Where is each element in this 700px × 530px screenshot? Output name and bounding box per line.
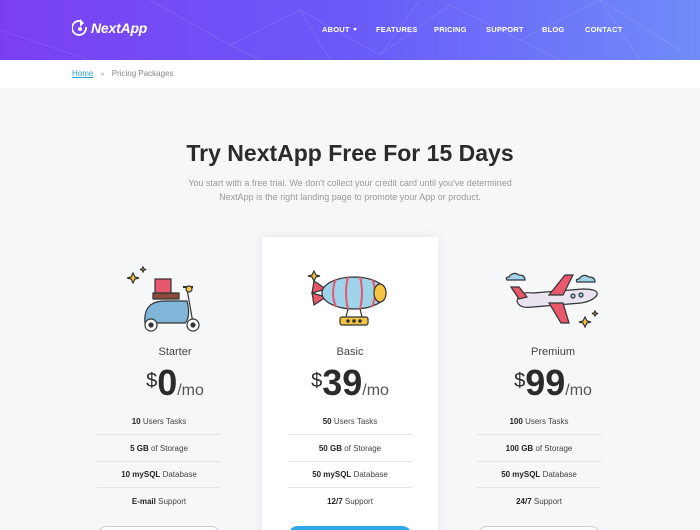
- nav-item-blog[interactable]: BLOG: [542, 25, 564, 34]
- price-amount: 39: [322, 362, 363, 403]
- breadcrumb: Home » Pricing Packages: [72, 69, 174, 78]
- feature-label: of Storage: [344, 444, 382, 453]
- feature-users: 10 Users Tasks: [97, 409, 221, 435]
- breadcrumb-bar: Home » Pricing Packages: [0, 60, 700, 88]
- feature-support: E-mail Support: [97, 489, 221, 515]
- feature-label: Database: [353, 470, 388, 479]
- feature-label: Support: [158, 497, 187, 506]
- feature-support: 24/7 Support: [477, 489, 601, 515]
- pricing-card-basic: Basic $39/mo 50 Users Tasks 50 GB of Sto…: [262, 237, 438, 530]
- feature-storage: 50 GB of Storage: [288, 436, 412, 462]
- airplane-icon: [505, 272, 599, 329]
- select-plan-button[interactable]: [288, 526, 412, 530]
- feature-value: 50 GB: [318, 444, 342, 453]
- page-title: Try NextApp Free For 15 Days: [186, 140, 514, 166]
- feature-value: 24/7: [516, 497, 532, 506]
- feature-users: 100 Users Tasks: [477, 409, 601, 435]
- nav-item-label: ABOUT: [322, 25, 350, 34]
- scooter-icon: [126, 265, 200, 332]
- nav-item-contact[interactable]: CONTACT: [585, 25, 623, 34]
- plan-name: Premium: [530, 346, 575, 358]
- feature-storage: 100 GB of Storage: [477, 436, 601, 462]
- feature-value: 10 mySQL: [121, 470, 161, 479]
- feature-value: E-mail: [131, 497, 156, 506]
- feature-value: 5 GB: [130, 444, 149, 453]
- feature-database: 10 mySQL Database: [97, 462, 221, 488]
- feature-value: 12/7: [327, 497, 343, 506]
- site-header: NextApp ABOUT FEATURES PRICING SUPPORT B…: [0, 0, 700, 60]
- feature-label: Users Tasks: [333, 417, 378, 426]
- plan-name: Basic: [336, 346, 364, 358]
- feature-storage: 5 GB of Storage: [97, 436, 221, 462]
- price-currency: $: [311, 370, 323, 392]
- feature-label: of Storage: [150, 444, 188, 453]
- price-period: /mo: [565, 382, 592, 399]
- feature-value: 10: [131, 417, 141, 426]
- main-nav: ABOUT FEATURES PRICING SUPPORT BLOG CONT…: [0, 25, 700, 37]
- plan-price: $0/mo: [87, 362, 263, 404]
- plan-price: $39/mo: [262, 362, 438, 404]
- feature-value: 100 GB: [505, 444, 534, 453]
- feature-database: 50 mySQL Database: [288, 462, 412, 488]
- feature-users: 50 Users Tasks: [288, 409, 412, 435]
- feature-value: 50 mySQL: [312, 470, 352, 479]
- feature-value: 100: [509, 417, 523, 426]
- feature-label: Support: [344, 497, 373, 506]
- nav-item-features[interactable]: FEATURES: [376, 25, 417, 34]
- feature-label: Database: [542, 470, 577, 479]
- pricing-card-starter: Starter $0/mo 10 Users Tasks 5 GB of Sto…: [87, 237, 263, 530]
- select-plan-button[interactable]: [97, 526, 221, 530]
- plan-price: $99/mo: [465, 362, 641, 404]
- feature-support: 12/7 Support: [288, 489, 412, 515]
- feature-database: 50 mySQL Database: [477, 462, 601, 488]
- feature-value: 50 mySQL: [501, 470, 541, 479]
- breadcrumb-separator: »: [100, 71, 105, 78]
- breadcrumb-home-link[interactable]: Home: [72, 69, 93, 78]
- pricing-card-premium: Premium $99/mo 100 Users Tasks 100 GB of…: [465, 237, 641, 530]
- nav-item-about[interactable]: ABOUT: [322, 25, 357, 34]
- page-subtitle: You start with a free trial. We don't co…: [188, 178, 512, 202]
- feature-value: 50: [322, 417, 332, 426]
- chevron-down-icon: [352, 27, 357, 31]
- price-currency: $: [514, 370, 526, 392]
- feature-label: of Storage: [535, 444, 573, 453]
- price-currency: $: [146, 370, 158, 392]
- plan-name: Starter: [158, 346, 192, 358]
- feature-label: Users Tasks: [525, 417, 569, 426]
- price-period: /mo: [177, 382, 204, 399]
- nav-item-pricing[interactable]: PRICING: [434, 25, 467, 34]
- select-plan-button[interactable]: [477, 526, 601, 530]
- feature-label: Users Tasks: [142, 417, 187, 426]
- breadcrumb-current: Pricing Packages: [111, 69, 174, 78]
- feature-label: Database: [162, 470, 197, 479]
- airship-icon: [307, 269, 387, 326]
- price-period: /mo: [362, 382, 389, 399]
- price-amount: 0: [157, 362, 178, 403]
- nav-item-support[interactable]: SUPPORT: [486, 25, 524, 34]
- feature-label: Support: [533, 497, 562, 506]
- price-amount: 99: [525, 362, 566, 403]
